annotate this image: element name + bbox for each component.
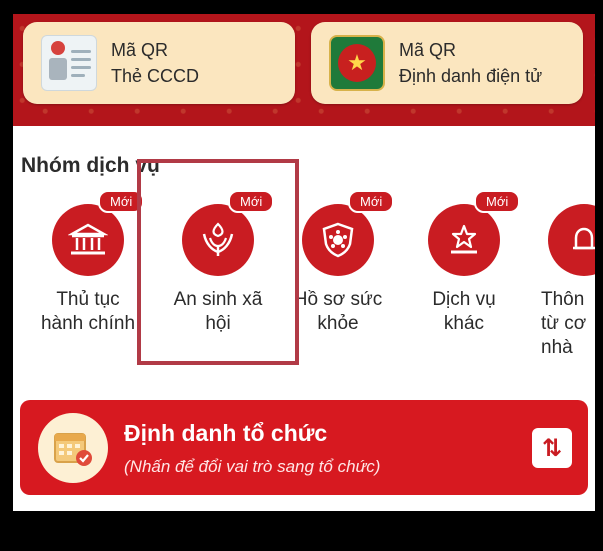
qr-cccd-card[interactable]: Mã QR Thẻ CCCD (23, 22, 295, 104)
government-building-icon (68, 223, 108, 255)
new-badge: Mới (98, 190, 145, 213)
star-podium-icon (451, 224, 477, 254)
service-thong-bao[interactable]: Thôn từ cơ nhà (525, 204, 595, 360)
service-icon-circle: Mới (428, 190, 521, 276)
qr-card-title: Mã QR (399, 40, 457, 60)
new-badge: Mới (228, 190, 275, 213)
service-label: An sinh xã hội (173, 289, 263, 334)
section-title: Nhóm dịch vụ (21, 154, 160, 177)
qr-dinh-danh-card[interactable]: ★ Mã QR Định danh điện tử (311, 22, 583, 104)
qr-card-title: Mã QR (111, 40, 169, 60)
photo-frame: Mã QR Thẻ CCCD ★ Mã QR Định danh điện tử… (0, 0, 603, 551)
service-ho-so-suc-khoe[interactable]: Mới Hồ sơ sức khỏe (279, 190, 397, 336)
top-banner: Mã QR Thẻ CCCD ★ Mã QR Định danh điện tử (13, 14, 595, 126)
police-badge-icon: ★ (329, 35, 385, 91)
new-badge: Mới (474, 190, 521, 213)
service-label: Thôn từ cơ nhà (541, 289, 587, 358)
service-icon-circle: Mới (302, 190, 395, 276)
service-icon-circle: Mới (182, 190, 275, 276)
health-shield-icon (322, 222, 354, 258)
service-dich-vu-khac[interactable]: Mới Dịch vụ khác (405, 190, 523, 336)
org-identity-card[interactable]: Định danh tổ chức (Nhấn để đổi vai trò s… (20, 400, 588, 495)
service-label: Hồ sơ sức khỏe (293, 289, 383, 334)
social-welfare-icon (202, 222, 234, 256)
org-card-title: Định danh tổ chức (124, 420, 328, 446)
service-label: Thủ tục hành chính (40, 289, 136, 334)
new-badge: Mới (348, 190, 395, 213)
service-label: Dịch vụ khác (432, 289, 496, 334)
qr-card-subtitle: Thẻ CCCD (111, 66, 200, 86)
service-icon-circle (548, 204, 595, 276)
qr-card-subtitle: Định danh điện tử (399, 66, 543, 86)
service-thu-tuc-hanh-chinh[interactable]: Mới Thủ tục hành chính (29, 190, 147, 336)
id-card-icon (41, 35, 97, 91)
calendar-check-icon (38, 413, 108, 483)
org-card-subtitle: (Nhấn để đổi vai trò sang tổ chức) (124, 457, 381, 476)
service-an-sinh-xa-hoi[interactable]: Mới An sinh xã hội (159, 190, 277, 336)
app-screen: Mã QR Thẻ CCCD ★ Mã QR Định danh điện tử… (13, 14, 595, 511)
service-icon-circle: Mới (52, 190, 145, 276)
swap-arrows-icon[interactable]: ⇅ (532, 428, 572, 468)
bell-icon (573, 227, 595, 250)
